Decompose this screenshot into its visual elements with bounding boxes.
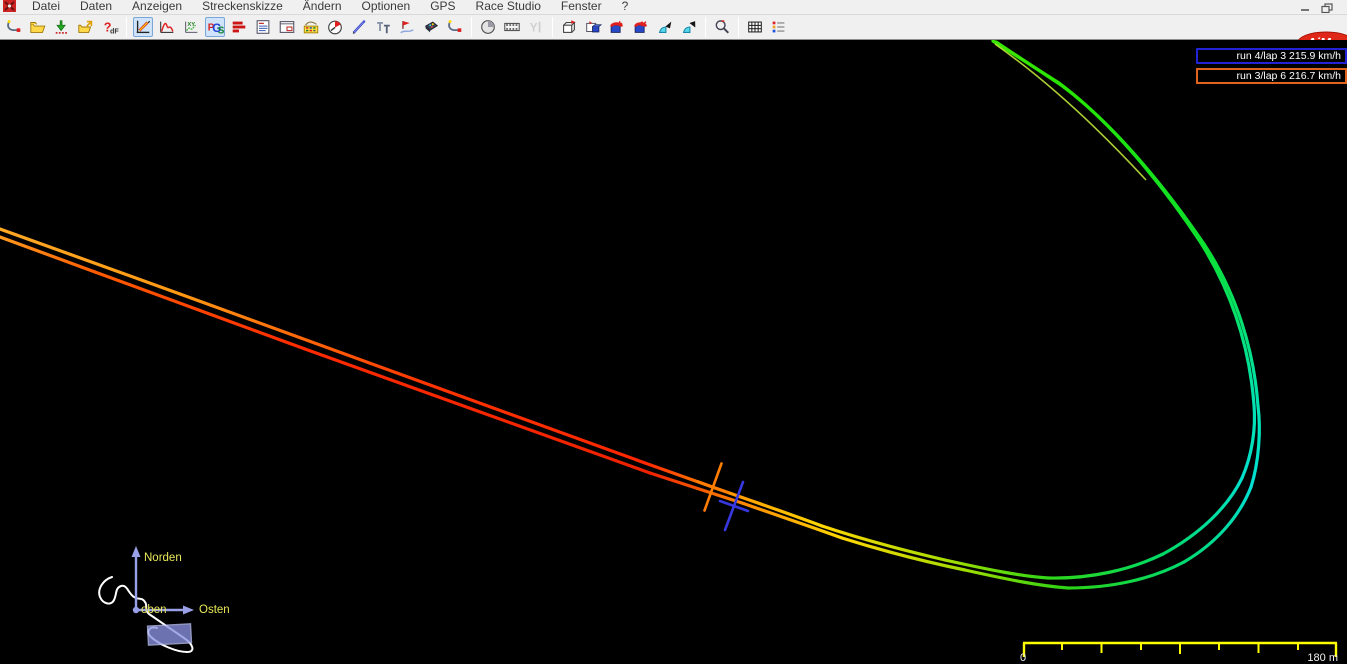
track-flag-icon[interactable] (397, 17, 417, 37)
menu-item-streckenskizze[interactable]: Streckenskizze (192, 0, 293, 13)
channels-table-icon[interactable] (301, 17, 321, 37)
toolbar-groups: ?dF XYPGS Y (2, 17, 791, 37)
menu-items: DateiDatenAnzeigenStreckenskizzeÄndernOp… (22, 0, 638, 13)
toolbar-separator (471, 17, 472, 37)
menu-item-optionen[interactable]: Optionen (352, 0, 421, 13)
toolbar-separator (738, 17, 739, 37)
compass-up-label: oben (141, 604, 167, 616)
scale-end-label: 180 m (1307, 652, 1338, 664)
lap-up-icon[interactable] (655, 17, 675, 37)
legend-entry-1[interactable]: run 4/lap 3 215.9 km/h (1196, 48, 1347, 64)
toolbar-separator (126, 17, 127, 37)
lap-legend: run 4/lap 3 215.9 km/h run 3/lap 6 216.7 … (1196, 48, 1347, 84)
xy-graph-icon[interactable]: XY (181, 17, 201, 37)
menu-item-datei[interactable]: Datei (22, 0, 70, 13)
east-arrowhead (183, 606, 194, 615)
filmstrip-icon[interactable] (502, 17, 522, 37)
speed-trace-run3-lap6 (0, 42, 1259, 588)
gates-icon[interactable]: Y (526, 17, 546, 37)
restore-icon (1320, 3, 1335, 13)
gps-icon[interactable]: PGS (205, 17, 225, 37)
track-map-canvas[interactable]: Norden Osten oben (0, 40, 1347, 664)
toolbar-separator (705, 17, 706, 37)
menu-item-race-studio[interactable]: Race Studio (466, 0, 551, 13)
menu-item-?[interactable]: ? (612, 0, 639, 13)
lap-down-icon[interactable] (679, 17, 699, 37)
import-data-icon[interactable] (52, 17, 72, 37)
app-icon[interactable] (3, 0, 16, 12)
scale-bar: 0 180 m (1020, 643, 1338, 664)
race-studio-window: DateiDatenAnzeigenStreckenskizzeÄndernOp… (0, 0, 1347, 664)
open-folder-icon[interactable] (28, 17, 48, 37)
menu-item-daten[interactable]: Daten (70, 0, 122, 13)
compass-north-label: Norden (144, 552, 182, 564)
restore-button[interactable] (1320, 1, 1335, 11)
speed-trace-run4-lap3 (0, 41, 1255, 578)
trace-overlap-highlight (995, 44, 1146, 180)
menu-item-anzeigen[interactable]: Anzeigen (122, 0, 192, 13)
compass-widget: Norden Osten oben (99, 546, 229, 652)
north-arrowhead (132, 546, 141, 557)
scale-start-label: 0 (1020, 652, 1026, 664)
menu-item-fenster[interactable]: Fenster (551, 0, 612, 13)
time-clock-icon[interactable] (478, 17, 498, 37)
histogram-bars-icon[interactable] (229, 17, 249, 37)
minimize-icon (1298, 3, 1313, 13)
helmet-add-icon[interactable] (607, 17, 627, 37)
svg-text:dF: dF (110, 26, 119, 35)
track-map[interactable]: Norden Osten oben (0, 40, 1347, 664)
minimap-viewport-rect[interactable] (148, 624, 192, 645)
eraser-icon[interactable] (421, 17, 441, 37)
cube-flag-icon[interactable] (559, 17, 579, 37)
grid-icon[interactable] (745, 17, 765, 37)
report-window-icon[interactable] (277, 17, 297, 37)
minimize-button[interactable] (1298, 1, 1313, 11)
cube-package-icon[interactable] (583, 17, 603, 37)
pen-icon[interactable] (349, 17, 369, 37)
window-controls (1298, 1, 1335, 11)
export-folder-icon[interactable] (76, 17, 96, 37)
compass-east-label: Osten (199, 604, 230, 616)
cursor-marker-blue[interactable] (720, 482, 748, 530)
legend-colors-icon[interactable] (769, 17, 789, 37)
legend-entry-2[interactable]: run 3/lap 6 216.7 km/h (1196, 68, 1347, 84)
compass-origin (133, 607, 139, 613)
gauge-icon[interactable] (325, 17, 345, 37)
menu-item-gps[interactable]: GPS (420, 0, 465, 13)
svg-text:Y: Y (530, 22, 538, 35)
split-times-icon[interactable] (373, 17, 393, 37)
open-run-icon[interactable] (445, 17, 465, 37)
magnifier-icon[interactable] (712, 17, 732, 37)
toolbar-separator (552, 17, 553, 37)
menu-item--ndern[interactable]: Ändern (293, 0, 352, 13)
measures-graph-icon[interactable] (133, 17, 153, 37)
import-dbf-icon[interactable]: ?dF (100, 17, 120, 37)
helmet-remove-icon[interactable] (631, 17, 651, 37)
svg-text:S: S (218, 25, 224, 36)
report-icon[interactable] (253, 17, 273, 37)
distribution-icon[interactable] (157, 17, 177, 37)
menu-bar: DateiDatenAnzeigenStreckenskizzeÄndernOp… (0, 0, 1347, 14)
toolbar: ?dFXYPGSY AiM (0, 14, 1347, 40)
open-run-icon[interactable] (4, 17, 24, 37)
